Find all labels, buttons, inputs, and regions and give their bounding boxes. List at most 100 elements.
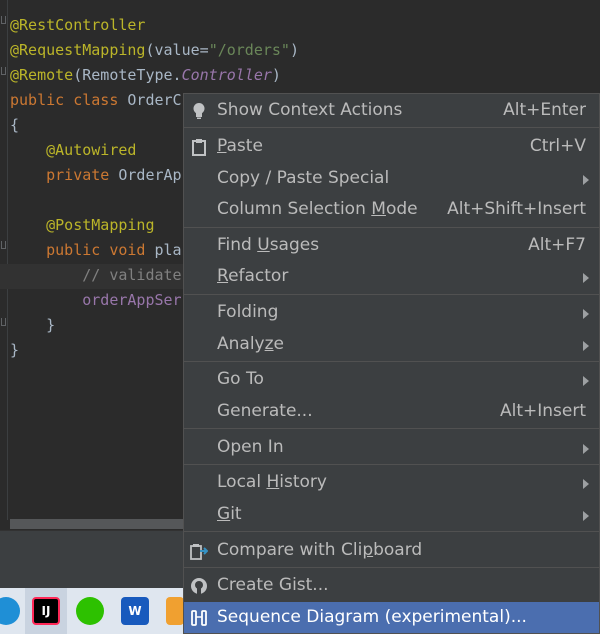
clipboard-icon (190, 138, 208, 156)
code-line[interactable]: public class OrderC (10, 88, 182, 113)
code-line[interactable]: orderAppSer (10, 288, 182, 313)
fold-marker[interactable] (1, 16, 6, 24)
menu-item-shortcut: Alt+Enter (503, 100, 586, 120)
menu-separator (184, 294, 599, 295)
menu-item-analyze[interactable]: Analyze (184, 329, 599, 360)
code-line[interactable]: @Remote(RemoteType.Controller) (10, 63, 281, 88)
menu-separator (184, 227, 599, 228)
menu-item-copy-paste-special[interactable]: Copy / Paste Special (184, 163, 599, 194)
code-line[interactable]: @RestController (10, 13, 145, 38)
code-token: pla (154, 241, 182, 259)
code-token: @PostMapping (10, 216, 155, 234)
code-token: (value= (145, 41, 209, 59)
menu-item-label: Refactor (217, 266, 289, 286)
menu-item-local-history[interactable]: Local History (184, 467, 599, 498)
code-token: (RemoteType. (73, 66, 182, 84)
fold-marker[interactable] (1, 241, 6, 249)
menu-item-label: Copy / Paste Special (217, 168, 390, 188)
code-token: orderAppSer (10, 291, 182, 309)
editor-gutter (0, 0, 8, 520)
menu-separator (184, 531, 599, 532)
compare-icon (190, 542, 208, 560)
taskbar-app-icon[interactable] (166, 597, 184, 625)
intellij-icon[interactable]: IJ (32, 597, 60, 625)
menu-item-label: Sequence Diagram (experimental)... (217, 607, 527, 627)
menu-item-folding[interactable]: Folding (184, 297, 599, 328)
code-line[interactable]: @PostMapping (10, 213, 155, 238)
code-token: private (10, 166, 119, 184)
code-token: // validate (10, 266, 182, 284)
menu-item-label: Paste (217, 136, 263, 156)
fold-marker[interactable] (1, 67, 6, 75)
submenu-arrow-icon (583, 273, 589, 283)
menu-item-show-context-actions[interactable]: Show Context Actions Alt+Enter (184, 95, 599, 126)
wechat-icon[interactable] (76, 597, 104, 625)
menu-item-create-gist[interactable]: Create Gist... (184, 570, 599, 601)
menu-separator (184, 428, 599, 429)
fold-marker[interactable] (1, 318, 6, 326)
menu-item-generate[interactable]: Generate... Alt+Insert (184, 396, 599, 427)
code-line[interactable]: @RequestMapping(value="/orders") (10, 38, 299, 63)
code-token: OrderC (127, 91, 182, 109)
submenu-arrow-icon (583, 479, 589, 489)
menu-separator (184, 127, 599, 128)
menu-item-compare-with-clipboard[interactable]: Compare with Clipboard (184, 535, 599, 566)
menu-item-find-usages[interactable]: Find Usages Alt+F7 (184, 230, 599, 261)
submenu-arrow-icon (583, 376, 589, 386)
code-line[interactable]: private OrderAp (10, 163, 182, 188)
sequence-diagram-icon (190, 609, 208, 627)
github-icon (190, 577, 208, 595)
menu-item-shortcut: Ctrl+V (529, 136, 586, 156)
code-token: } (10, 316, 56, 334)
menu-separator (184, 464, 599, 465)
menu-item-label: Folding (217, 302, 279, 322)
code-token: @RequestMapping (10, 41, 146, 59)
menu-item-label: Local History (217, 472, 327, 492)
code-line[interactable]: // validate (10, 263, 182, 288)
menu-item-label: Generate... (217, 401, 313, 421)
code-token: @Remote (10, 66, 74, 84)
menu-item-label: Go To (217, 369, 264, 389)
menu-item-column-selection-mode[interactable]: Column Selection Mode Alt+Shift+Insert (184, 194, 599, 225)
menu-item-label: Open In (217, 437, 284, 457)
menu-item-git[interactable]: Git (184, 499, 599, 530)
code-token: OrderAp (118, 166, 182, 184)
menu-item-open-in[interactable]: Open In (184, 432, 599, 463)
menu-separator (184, 361, 599, 362)
menu-item-refactor[interactable]: Refactor (184, 261, 599, 292)
menu-item-go-to[interactable]: Go To (184, 364, 599, 395)
menu-item-sequence-diagram[interactable]: Sequence Diagram (experimental)... (184, 602, 599, 633)
submenu-arrow-icon (583, 511, 589, 521)
code-line[interactable]: { (10, 113, 19, 138)
bulb-icon (190, 102, 208, 120)
submenu-arrow-icon (583, 175, 589, 185)
menu-item-label: Git (217, 504, 242, 524)
code-line[interactable]: } (10, 313, 55, 338)
code-token: Controller (181, 66, 272, 84)
code-token: public class (10, 91, 128, 109)
code-token: } (10, 341, 20, 359)
menu-item-paste[interactable]: Paste Ctrl+V (184, 131, 599, 162)
menu-item-label: Show Context Actions (217, 100, 403, 120)
submenu-arrow-icon (583, 444, 589, 454)
word-icon[interactable]: W (121, 597, 149, 625)
code-token: ) (289, 41, 299, 59)
menu-item-label: Find Usages (217, 235, 320, 255)
menu-item-label: Compare with Clipboard (217, 540, 423, 560)
code-token: "/orders" (208, 41, 290, 59)
menu-item-label: Analyze (217, 334, 285, 354)
menu-item-shortcut: Alt+F7 (528, 235, 586, 255)
menu-item-shortcut: Alt+Insert (499, 401, 586, 421)
code-line[interactable]: public void pla (10, 238, 182, 263)
code-token: @RestController (10, 16, 146, 34)
horizontal-scrollbar[interactable] (10, 519, 190, 529)
submenu-arrow-icon (583, 309, 589, 319)
menu-item-label: Column Selection Mode (217, 199, 418, 219)
menu-item-shortcut: Alt+Shift+Insert (447, 199, 586, 219)
code-line[interactable]: @Autowired (10, 138, 136, 163)
menu-separator (184, 567, 599, 568)
menu-item-label: Create Gist... (217, 575, 329, 595)
code-token: { (10, 116, 20, 134)
code-token: ) (271, 66, 281, 84)
code-line[interactable]: } (10, 338, 19, 363)
